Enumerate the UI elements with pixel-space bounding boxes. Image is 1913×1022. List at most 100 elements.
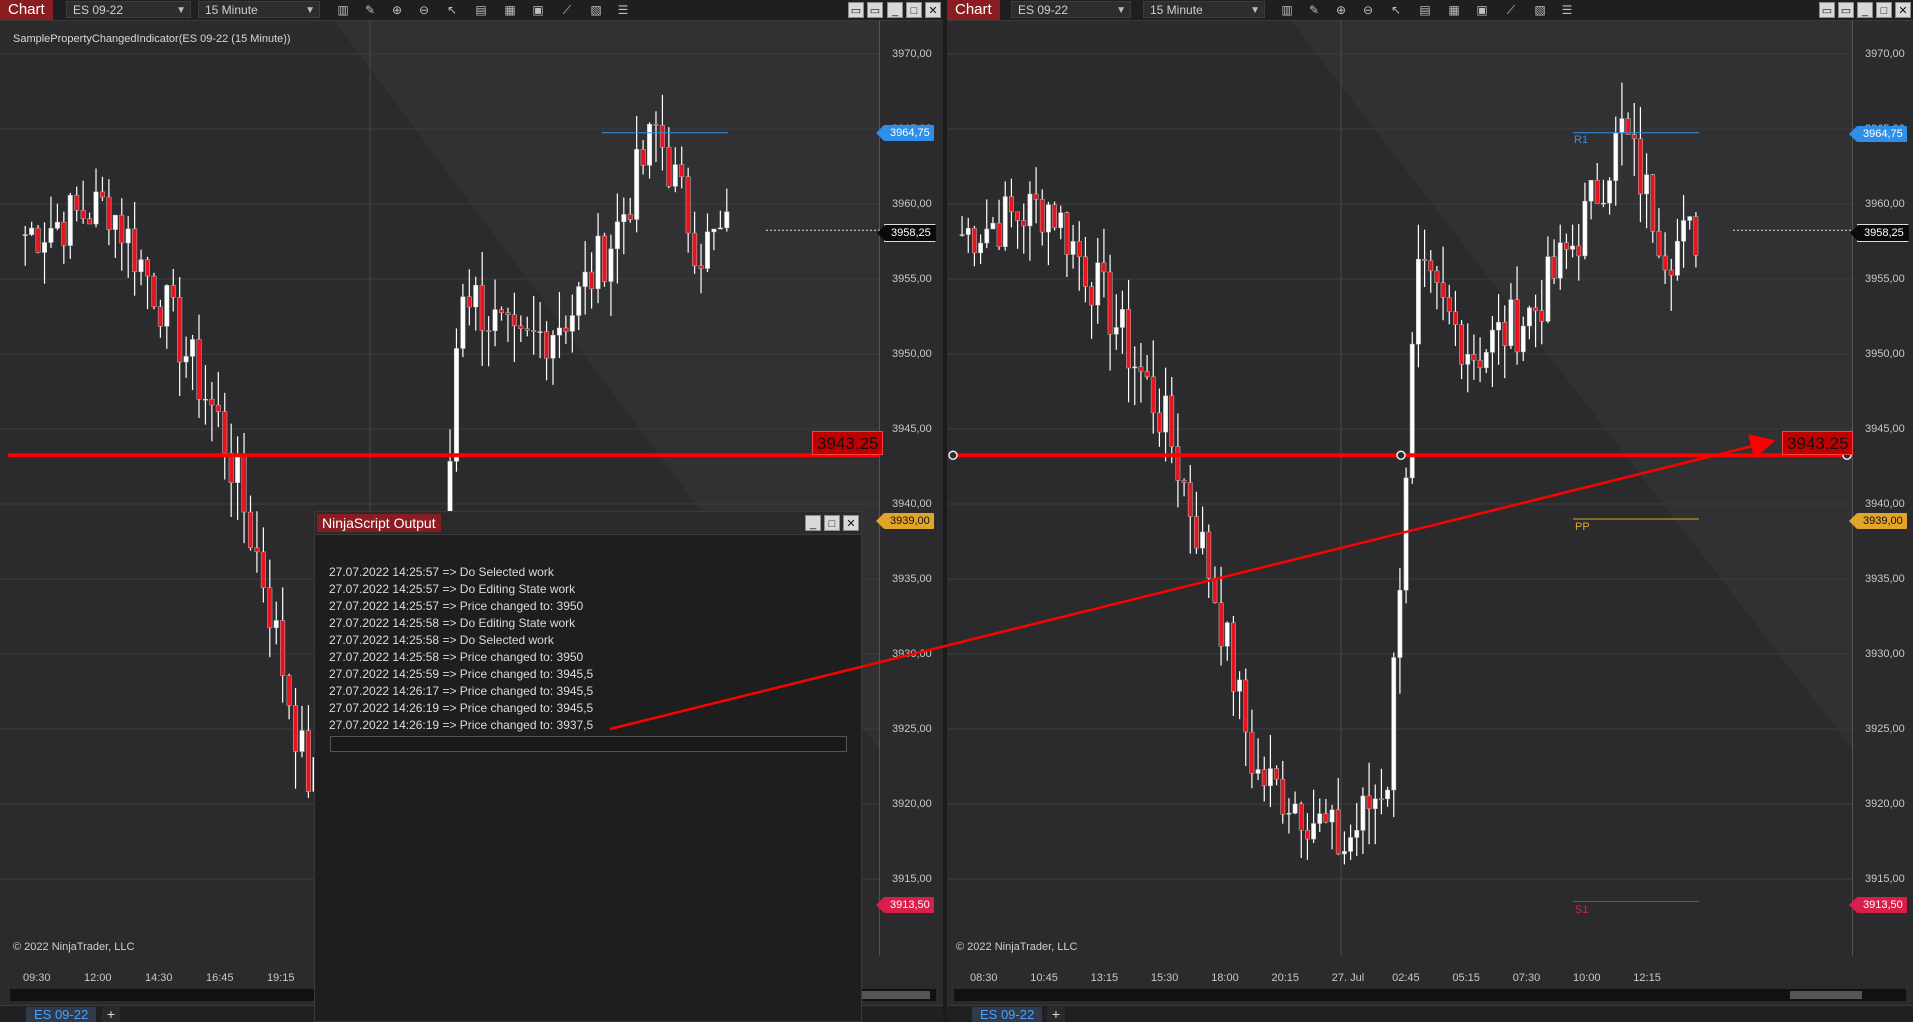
right-interval-select[interactable]: 15 Minute ▼ <box>1143 1 1265 18</box>
candle-body <box>1625 118 1631 135</box>
strategy-icon[interactable]: ▣ <box>530 2 546 18</box>
candle-body <box>1274 768 1279 780</box>
pencil-icon[interactable]: ✎ <box>362 2 378 18</box>
left-instrument-select[interactable]: ES 09-22 ▼ <box>66 1 191 18</box>
right-chart-tab[interactable]: Chart <box>947 0 1000 20</box>
candle-body <box>241 456 247 513</box>
candle-body <box>1354 830 1360 838</box>
r1-label: R1 <box>1574 134 1589 146</box>
candle-body <box>453 348 459 462</box>
candle-body <box>511 314 517 327</box>
candle-body <box>1163 395 1168 433</box>
candle-body <box>222 411 228 454</box>
zoom-in-icon[interactable]: ⊕ <box>1333 2 1349 18</box>
zoom-out-icon[interactable]: ⊖ <box>416 2 432 18</box>
candle-body <box>1446 297 1452 312</box>
candle-body <box>1292 803 1298 814</box>
time-tick-label: 18:00 <box>1211 972 1239 984</box>
list-icon[interactable]: ☰ <box>1559 2 1575 18</box>
time-tick-label: 16:45 <box>206 972 234 984</box>
maximize-icon[interactable]: □ <box>906 2 922 18</box>
minimize-icon[interactable]: _ <box>1857 2 1873 18</box>
candle-body <box>965 228 971 235</box>
candle-body <box>582 271 588 287</box>
right-scroll-thumb[interactable] <box>1790 991 1862 999</box>
time-tick-label: 07:30 <box>1512 972 1541 984</box>
candle-body <box>273 620 279 629</box>
right-add-tab-button[interactable]: + <box>1047 1007 1065 1022</box>
output-input-field[interactable] <box>330 736 847 752</box>
candle-body <box>1120 309 1125 328</box>
snapshot-icon[interactable]: ▧ <box>1532 2 1548 18</box>
right-scrollbar[interactable] <box>954 989 1906 1001</box>
candle-body <box>614 221 620 250</box>
tile-icon[interactable]: ▭ <box>848 2 864 18</box>
left-last-price-badge: 3958,25 <box>877 224 936 242</box>
s1-label: S1 <box>1575 904 1589 916</box>
candle-body <box>717 227 723 230</box>
tile-icon[interactable]: ▭ <box>1819 2 1835 18</box>
right-instrument-select[interactable]: ES 09-22 ▼ <box>1011 1 1131 18</box>
link-icon[interactable]: ▭ <box>867 2 883 18</box>
pointer-icon[interactable]: ↖ <box>444 2 460 18</box>
pointer-icon[interactable]: ↖ <box>1388 2 1404 18</box>
list-icon[interactable]: ☰ <box>615 2 631 18</box>
close-icon[interactable]: ✕ <box>1895 2 1911 18</box>
bar-chart-icon[interactable]: ▥ <box>1279 2 1295 18</box>
minimize-icon[interactable]: _ <box>805 515 821 531</box>
price-tick-label: 3960,00 <box>892 198 932 210</box>
candle-body <box>80 210 86 219</box>
close-icon[interactable]: ✕ <box>843 515 859 531</box>
maximize-icon[interactable]: □ <box>824 515 840 531</box>
maximize-icon[interactable]: □ <box>1876 2 1892 18</box>
right-price-axis[interactable]: 3970,003965,003960,003955,003950,003945,… <box>1853 21 1913 956</box>
candle-body <box>1052 204 1057 229</box>
indicator-icon[interactable]: ⟋ <box>1503 2 1519 18</box>
zoom-in-icon[interactable]: ⊕ <box>389 2 405 18</box>
close-icon[interactable]: ✕ <box>925 2 941 18</box>
bar-chart-icon[interactable]: ▥ <box>335 2 351 18</box>
candle-body <box>537 331 543 333</box>
pencil-icon[interactable]: ✎ <box>1306 2 1322 18</box>
output-title: NinjaScript Output <box>317 514 441 532</box>
right-r1-badge: 3964,75 <box>1849 126 1907 142</box>
strategy-icon[interactable]: ▣ <box>1474 2 1490 18</box>
candle-body <box>1305 829 1310 840</box>
minimize-icon[interactable]: _ <box>887 2 903 18</box>
properties-icon[interactable]: ▤ <box>1417 2 1433 18</box>
candle-body <box>157 306 163 327</box>
pp-label: PP <box>1575 521 1590 533</box>
properties-icon[interactable]: ▤ <box>473 2 489 18</box>
output-title-bar[interactable]: NinjaScript Output _ □ ✕ <box>315 512 861 535</box>
indicator-title: SamplePropertyChangedIndicator(ES 09-22 … <box>13 33 291 45</box>
left-scroll-thumb[interactable] <box>860 991 930 999</box>
left-chart-tab[interactable]: Chart <box>0 0 53 20</box>
right-price-plot[interactable] <box>947 21 1853 956</box>
candle-body <box>1668 269 1674 276</box>
candle-body <box>1101 262 1107 273</box>
ninjascript-output-window: NinjaScript Output _ □ ✕ 27.07.2022 14:2… <box>314 511 862 1022</box>
left-drawn-line-label[interactable]: 3943,25 <box>812 431 884 455</box>
time-tick-label: 19:15 <box>267 972 295 984</box>
candle-body <box>1631 134 1637 140</box>
candle-body <box>190 339 196 357</box>
right-instrument-tab[interactable]: ES 09-22 <box>972 1007 1043 1022</box>
output-text-area[interactable]: 27.07.2022 14:25:57 => Do Selected work 2… <box>329 564 593 734</box>
candle-body <box>685 176 691 234</box>
link-icon[interactable]: ▭ <box>1838 2 1854 18</box>
candle-body <box>54 221 60 229</box>
candle-body <box>1557 242 1563 279</box>
candle-body <box>1453 311 1458 325</box>
indicator-icon[interactable]: ⟋ <box>559 2 575 18</box>
candle-body <box>679 164 685 178</box>
data-box-icon[interactable]: ▦ <box>502 2 518 18</box>
right-drawn-line-label[interactable]: 3943,25 <box>1782 431 1854 455</box>
data-box-icon[interactable]: ▦ <box>1446 2 1462 18</box>
left-instrument-tab[interactable]: ES 09-22 <box>26 1007 97 1022</box>
left-add-tab-button[interactable]: + <box>102 1007 120 1022</box>
time-tick-label: 12:15 <box>1633 972 1661 984</box>
left-price-axis[interactable]: 3970,003965,003960,003955,003950,003945,… <box>880 21 943 956</box>
zoom-out-icon[interactable]: ⊖ <box>1360 2 1376 18</box>
left-interval-select[interactable]: 15 Minute ▼ <box>198 1 320 18</box>
snapshot-icon[interactable]: ▧ <box>588 2 604 18</box>
